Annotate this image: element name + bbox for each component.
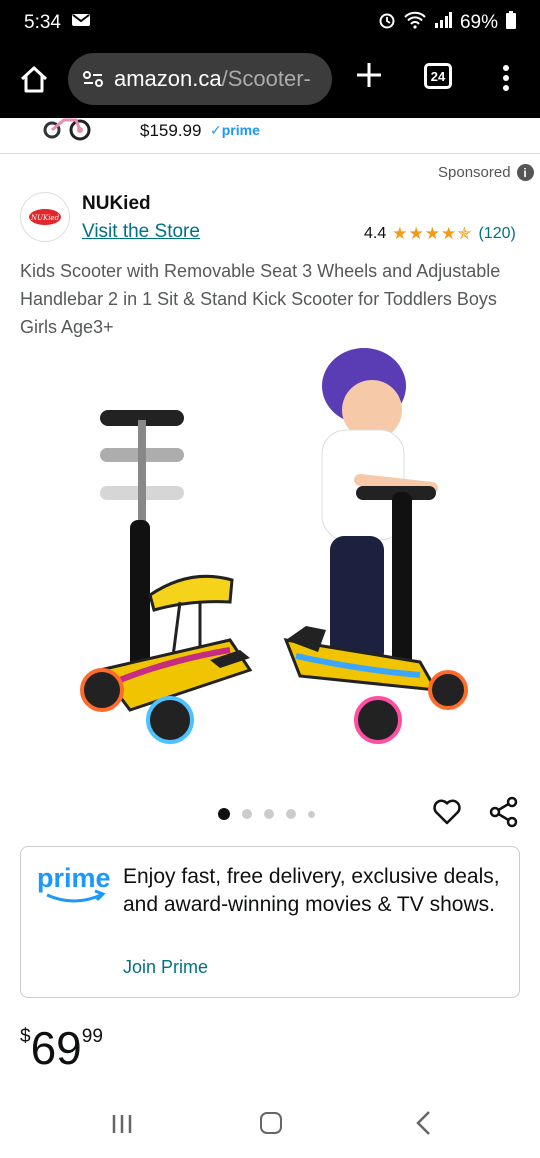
product-price: $ 69 99 <box>20 1020 103 1076</box>
battery-icon <box>506 11 516 35</box>
overflow-menu-icon[interactable] <box>497 63 515 93</box>
signal-icon <box>434 12 452 34</box>
carousel-dot[interactable] <box>286 809 296 819</box>
star-rating-icon: ★★★★✯ <box>392 224 473 243</box>
price-fraction: 99 <box>81 1026 103 1047</box>
previous-item-strip[interactable]: $159.99 ✓prime <box>0 118 540 154</box>
tab-switcher-button[interactable]: 24 <box>424 63 452 89</box>
rating[interactable]: 4.4 ★★★★✯ (120) <box>364 224 516 244</box>
prime-badge: ✓prime <box>210 122 260 138</box>
site-settings-icon[interactable] <box>82 70 104 88</box>
prime-logo: prime <box>37 863 111 909</box>
browser-toolbar: amazon.ca/Scooter- 24 <box>0 46 540 118</box>
product-title: Kids Scooter with Removable Seat 3 Wheel… <box>20 261 501 337</box>
recents-icon[interactable] <box>110 1112 134 1136</box>
status-bar: 5:34 69% <box>0 0 540 46</box>
home-icon[interactable] <box>18 64 50 96</box>
brand-name: NUKied <box>82 193 151 214</box>
rating-count[interactable]: (120) <box>478 225 515 243</box>
sponsored-label[interactable]: Sponsored i <box>438 164 534 181</box>
alarm-icon <box>378 11 396 35</box>
join-prime-link[interactable]: Join Prime <box>123 957 208 978</box>
price-whole: 69 <box>30 1022 82 1074</box>
system-nav-bar <box>0 1090 540 1158</box>
prime-logo-text: prime <box>37 863 111 893</box>
price-symbol: $ <box>20 1026 31 1047</box>
prime-promo-text: Enjoy fast, free delivery, exclusive dea… <box>123 865 500 916</box>
status-time: 5:34 <box>24 12 61 33</box>
carousel-dot[interactable] <box>264 809 274 819</box>
brand-logo-text: NUKied <box>30 214 60 222</box>
carousel-dot[interactable] <box>242 809 252 819</box>
carousel-dot[interactable] <box>218 808 230 820</box>
info-icon[interactable]: i <box>516 164 534 181</box>
home-nav-icon[interactable] <box>260 1112 282 1134</box>
heart-icon[interactable] <box>432 797 462 827</box>
battery-percent: 69% <box>459 12 498 33</box>
back-icon[interactable] <box>414 1110 434 1136</box>
sponsored-text: Sponsored <box>438 164 511 181</box>
prime-promo-card[interactable]: prime Enjoy fast, free delivery, exclusi… <box>20 846 520 998</box>
bike-thumbnail <box>40 118 96 142</box>
url-host: amazon.ca <box>114 66 222 91</box>
wifi-icon <box>404 11 426 35</box>
share-icon[interactable] <box>488 796 520 828</box>
url-path: /Scooter- <box>221 66 311 91</box>
previous-item-price: $159.99 <box>140 121 202 140</box>
brand-logo[interactable]: NUKied <box>20 192 70 242</box>
url-bar[interactable]: amazon.ca/Scooter- <box>68 53 332 105</box>
child-on-scooter-illustration <box>283 348 468 744</box>
visit-store-link[interactable]: Visit the Store <box>82 221 200 243</box>
rating-value: 4.4 <box>364 225 387 242</box>
new-tab-icon[interactable] <box>354 60 384 90</box>
product-image[interactable] <box>60 340 480 760</box>
image-carousel-dots[interactable] <box>218 808 315 820</box>
carousel-dot[interactable] <box>308 810 315 818</box>
scooter-with-seat-illustration <box>80 410 253 744</box>
mail-icon <box>71 12 91 34</box>
